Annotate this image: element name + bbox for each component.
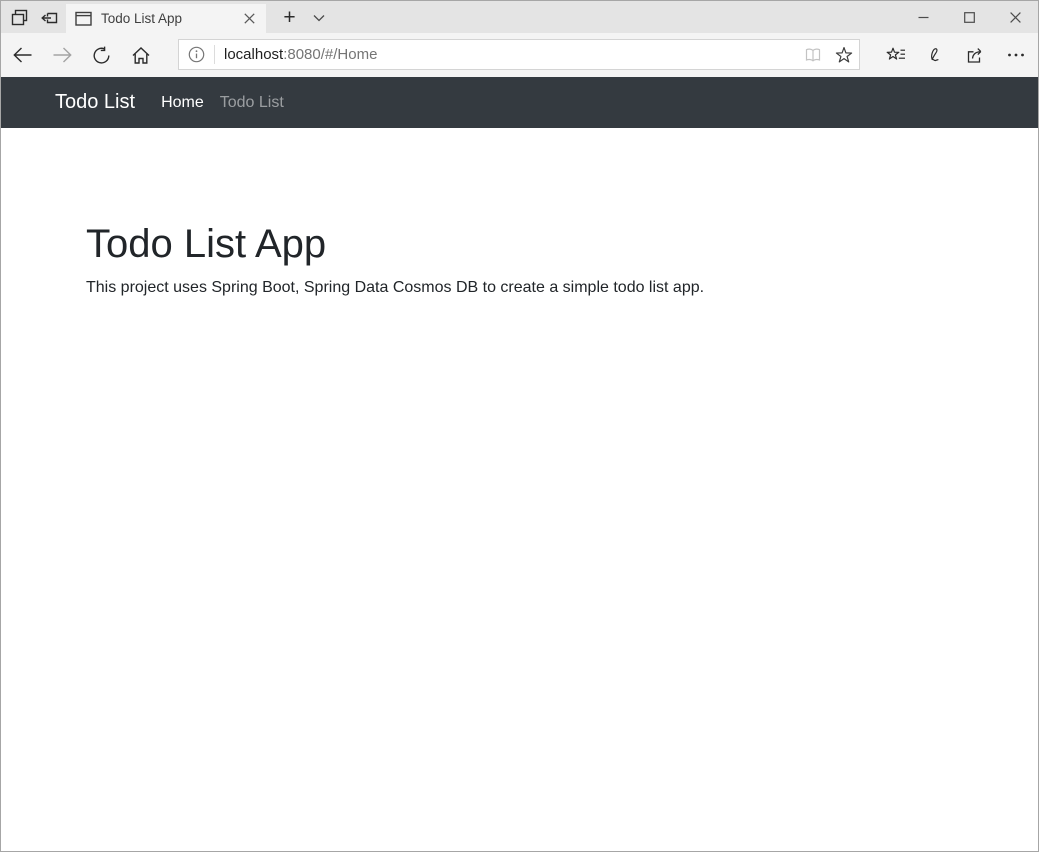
page-content: Todo List App This project uses Spring B… [1, 128, 1038, 851]
share-button[interactable] [958, 38, 992, 72]
page-title: Todo List App [86, 222, 998, 266]
tab-preview-chevron-icon [313, 14, 325, 22]
maximize-icon [964, 12, 975, 23]
home-button[interactable] [124, 38, 158, 72]
reading-view-button[interactable] [797, 40, 828, 69]
tab-title: Todo List App [101, 11, 238, 26]
maximize-button[interactable] [946, 1, 992, 33]
browser-toolbar: localhost:8080/#/Home [1, 33, 1038, 77]
add-favorite-button[interactable] [828, 40, 859, 69]
more-actions-button[interactable] [999, 38, 1033, 72]
url-text[interactable]: localhost:8080/#/Home [224, 46, 797, 63]
home-icon [131, 46, 151, 65]
url-host: localhost [224, 46, 283, 63]
forward-button[interactable] [45, 38, 79, 72]
new-tab-button[interactable]: + [275, 4, 304, 31]
close-tab-icon [244, 13, 255, 24]
close-window-button[interactable] [992, 1, 1038, 33]
tabs-set-aside-preview-button[interactable] [10, 8, 28, 26]
set-tabs-aside-button[interactable] [40, 8, 58, 26]
close-window-icon [1010, 12, 1021, 23]
refresh-button[interactable] [84, 38, 118, 72]
favorite-star-icon [835, 46, 853, 64]
hub-icon [886, 46, 906, 64]
url-path: :8080/#/Home [283, 46, 377, 63]
share-icon [965, 46, 985, 65]
nav-link-home[interactable]: Home [161, 94, 204, 112]
minimize-button[interactable] [900, 1, 946, 33]
minimize-icon [918, 12, 929, 23]
page-description: This project uses Spring Boot, Spring Da… [86, 279, 998, 297]
address-bar[interactable]: localhost:8080/#/Home [178, 39, 860, 70]
refresh-icon [92, 46, 111, 65]
tab-preview-toggle-button[interactable] [306, 4, 331, 31]
back-button[interactable] [6, 38, 40, 72]
nav-link-todo-list[interactable]: Todo List [220, 94, 284, 112]
app-navbar: Todo List Home Todo List [1, 77, 1038, 128]
info-icon [188, 46, 205, 63]
reading-view-icon [804, 47, 822, 63]
site-info-button[interactable] [179, 40, 214, 69]
new-tab-icon: + [283, 7, 295, 28]
set-tabs-aside-icon [40, 8, 59, 27]
forward-icon [52, 46, 72, 64]
web-note-button[interactable] [918, 38, 952, 72]
window-controls [900, 1, 1038, 33]
back-icon [13, 46, 33, 64]
close-tab-button[interactable] [238, 8, 260, 30]
browser-window: Todo List App + [0, 0, 1039, 852]
web-note-icon [925, 46, 945, 65]
page-icon [75, 11, 92, 27]
navbar-links: Home Todo List [161, 94, 284, 112]
browser-tab[interactable]: Todo List App [66, 4, 266, 33]
hub-button[interactable] [879, 38, 913, 72]
navbar-brand[interactable]: Todo List [55, 91, 135, 114]
tabs-set-aside-preview-icon [10, 8, 29, 27]
more-icon [1007, 52, 1025, 58]
address-separator [214, 45, 215, 64]
titlebar: Todo List App + [1, 1, 1038, 33]
